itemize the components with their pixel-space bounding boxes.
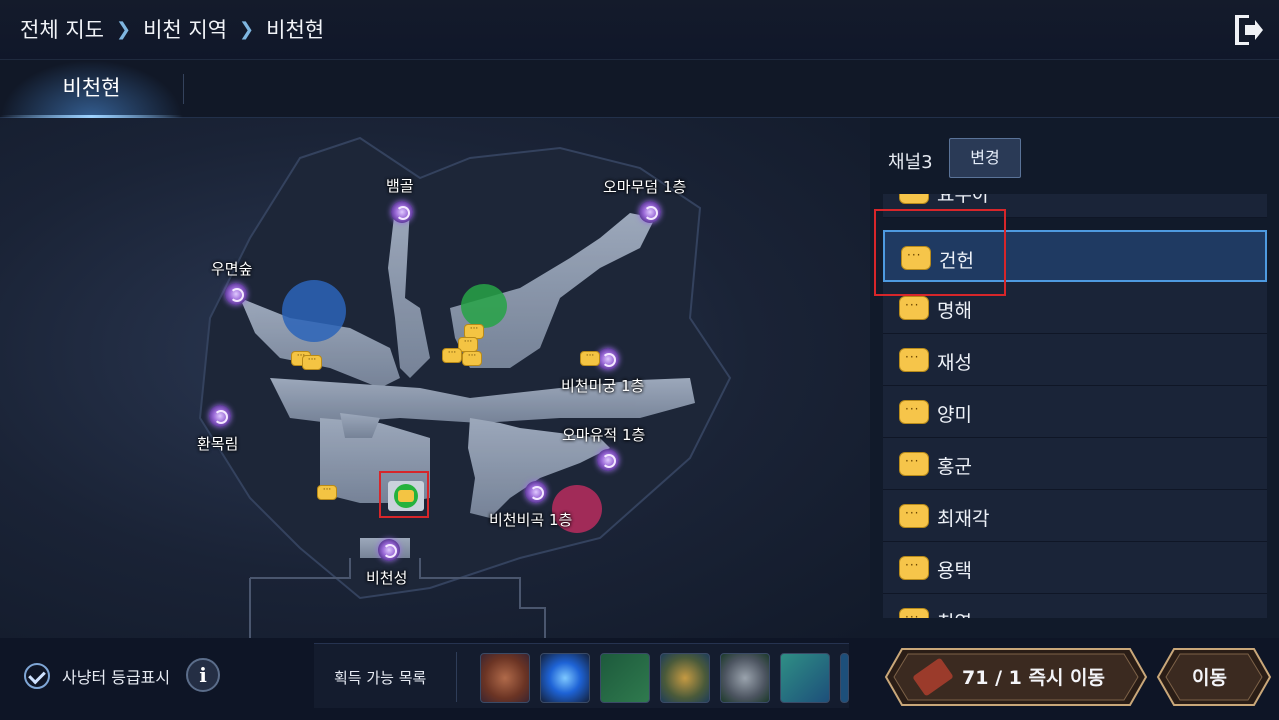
teleport-action: 즉시 이동 [1028,667,1106,689]
npc-name: 요수아 [937,194,990,206]
chat-bubble-icon [899,504,929,528]
npc-name: 홍군 [937,456,972,478]
sword-item-icon[interactable] [600,653,650,703]
change-channel-button[interactable]: 변경 [949,138,1021,178]
exit-icon[interactable] [1231,12,1265,48]
map-label-omamudeom: 오마무덤 1층 [603,178,687,196]
zone-green [461,284,507,328]
map-terrain [198,136,732,638]
map-label-baemgol: 뱀골 [386,177,414,195]
chevron-right-icon: ❯ [115,18,132,40]
divider [456,652,457,702]
map-label-umyeonsup: 우면숲 [211,260,253,278]
chat-bubble-icon [899,556,929,580]
item-slot-partial[interactable] [840,653,849,703]
chat-bubble-icon [899,608,929,618]
list-highlight-box [874,209,1006,296]
npc-name: 양미 [937,404,972,426]
book-item-icon[interactable] [780,653,830,703]
breadcrumb-world-map[interactable]: 전체 지도 [20,14,104,44]
teleport-label[interactable]: 71 / 1 즉시 이동 [962,663,1105,690]
tab-divider [183,74,184,104]
chat-bubble-icon [899,194,929,204]
map-label-bicheonseong: 비천성 [366,569,408,587]
npc-marker[interactable]: ··· [302,355,322,370]
move-label[interactable]: 이동 [1192,663,1227,690]
map-highlight-box [379,471,429,518]
grade-display-label[interactable]: 사냥터 등급표시 [62,664,170,688]
portal-icon-bicheonseong[interactable] [378,539,400,561]
teleport-max: 1 [1008,667,1022,689]
map-label-hwanmongnim: 환목림 [197,435,239,453]
map-label-omayujeok: 오마유적 1층 [562,426,646,444]
portal-icon-bicheonmigung[interactable] [597,348,619,370]
list-item[interactable]: 최재각 [883,490,1267,542]
tab-bicheonhyeon[interactable]: 비천현 [0,60,183,118]
area-map[interactable]: 뱀골 오마무덤 1층 우면숲 비천미궁 1층 환목림 오마유적 1층 비천비곡 … [0,118,870,638]
portal-icon-baemgol[interactable] [391,201,413,223]
npc-marker[interactable]: ··· [442,348,462,363]
portal-icon-omayujeok[interactable] [597,449,619,471]
chat-bubble-icon [899,348,929,372]
channel-label: 채널3 [888,152,933,173]
orb-item-icon[interactable] [540,653,590,703]
npc-name: 재성 [937,352,972,374]
map-label-bicheonmigung: 비천미궁 1층 [561,377,645,395]
chat-bubble-icon [899,400,929,424]
portal-icon-omamudeom[interactable] [639,201,661,223]
breadcrumb-current: 비천현 [266,18,325,42]
npc-name: 명해 [937,300,972,322]
list-item[interactable]: 재성 [883,334,1267,386]
chat-bubble-icon [899,452,929,476]
map-label-bicheonbigok: 비천비곡 1층 [489,511,573,529]
armor-item-icon[interactable] [720,653,770,703]
chat-bubble-icon [899,296,929,320]
npc-marker[interactable]: ··· [462,351,482,366]
breadcrumb: 전체 지도 ❯ 비천 지역 ❯ 비천현 [20,14,324,44]
amulet-item-icon[interactable] [660,653,710,703]
portal-icon-umyeonsup[interactable] [225,283,247,305]
chevron-right-icon: ❯ [239,18,255,40]
teleport-count: 71 [962,667,989,689]
list-item[interactable]: 양미 [883,386,1267,438]
breadcrumb-region[interactable]: 비천 지역 [143,14,227,44]
info-icon[interactable]: i [186,658,220,692]
portal-icon-bicheonbigok[interactable] [525,481,547,503]
acquirable-label: 획득 가능 목록 [334,669,427,687]
npc-marker[interactable]: ··· [317,485,337,500]
list-item[interactable]: 홍군 [883,438,1267,490]
zone-blue [282,280,346,342]
npc-marker[interactable]: ··· [580,351,600,366]
npc-name: 최재각 [937,508,990,530]
top-bar: 전체 지도 ❯ 비천 지역 ❯ 비천현 [0,0,1279,60]
list-item[interactable]: 용택 [883,542,1267,594]
npc-name: 최엽 [937,608,972,618]
tab-bar: 비천현 [0,60,1279,118]
acquirable-items-bar: 획득 가능 목록 [314,643,849,708]
coin-item-icon[interactable] [480,653,530,703]
npc-panel: 채널3 변경 요수아 건헌 명해 재성 양미 홍군 최재각 [870,118,1279,638]
checkbox-icon[interactable] [24,663,50,689]
npc-name: 용택 [937,560,972,582]
portal-icon-hwanmongnim[interactable] [209,405,231,427]
list-item[interactable]: 최엽 [883,594,1267,618]
